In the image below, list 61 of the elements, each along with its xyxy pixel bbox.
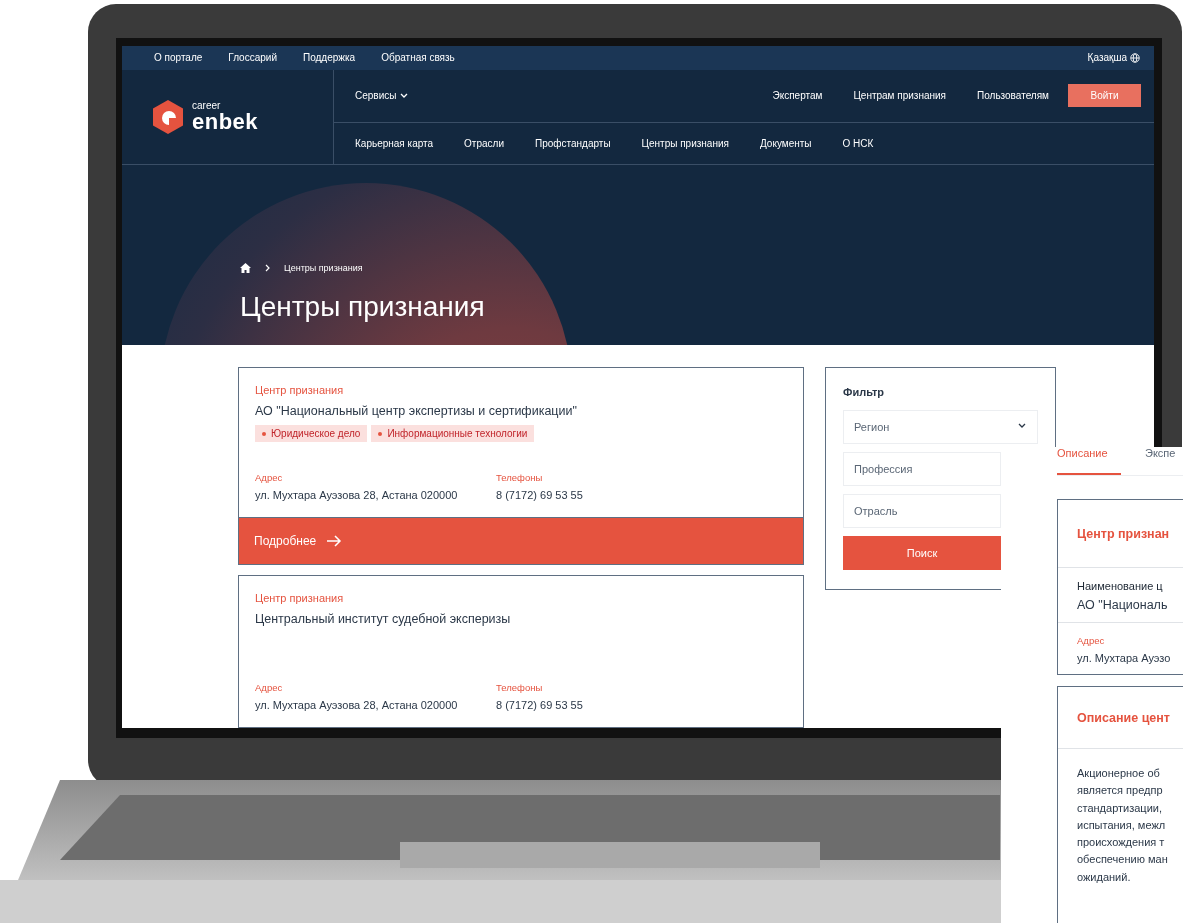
input-field[interactable]: Профессия [843, 452, 1001, 486]
header-link[interactable]: Экспертам [772, 90, 823, 102]
services-menu[interactable]: Сервисы [355, 90, 409, 102]
address-label: Адрес [1077, 635, 1106, 646]
language-link[interactable]: Қазақша [1087, 52, 1140, 64]
description-line: происхождения т [1077, 835, 1166, 851]
nav-link[interactable]: Профстандарты [535, 137, 611, 149]
tab[interactable]: Экспе [1145, 447, 1176, 475]
name-value: АО "Националь [1077, 598, 1169, 612]
phones-label: Телефоны [496, 682, 544, 693]
industry-tag: Юридическое дело [255, 425, 368, 442]
breadcrumb-current: Центры признания [284, 263, 363, 273]
top-link[interactable]: Глоссарий [228, 52, 277, 64]
header-link[interactable]: Пользователям [977, 90, 1049, 102]
nav-link[interactable]: Центры признания [641, 137, 729, 149]
logo-text: enbek [192, 110, 259, 133]
arrow-right-icon [326, 535, 343, 547]
section-title: Центр признан [1077, 526, 1170, 541]
description-line: обеспечению ман [1077, 852, 1169, 868]
filter-title: Фильтр [843, 386, 886, 398]
description-line: испытания, межл [1077, 817, 1167, 833]
top-link[interactable]: Обратная связь [381, 52, 455, 64]
top-link[interactable]: О портале [154, 52, 203, 64]
home-icon[interactable] [240, 263, 251, 273]
address-text: ул. Мухтара Ауэзо [1077, 652, 1172, 664]
name-label: Наименование ц [1077, 580, 1164, 592]
address-text: ул. Мухтара Ауэзова 28, Астана 020000 [255, 699, 459, 711]
tab[interactable]: Описание [1057, 447, 1121, 475]
globe-icon [1130, 52, 1140, 63]
chevron-right-icon [265, 264, 270, 272]
phone-text: 8 (7172) 69 53 55 [496, 699, 584, 711]
logo-caption: career [192, 100, 222, 111]
nav-link[interactable]: Документы [759, 137, 812, 149]
card-category: Центр признания [255, 592, 345, 604]
nav-link[interactable]: Отрасли [464, 137, 504, 149]
description-line: Акционерное об [1077, 766, 1161, 781]
header-link[interactable]: Центрам признания [853, 90, 946, 102]
address-label: Адрес [255, 472, 284, 483]
phones-label: Телефоны [496, 472, 544, 483]
description-line: стандартизации, [1077, 800, 1163, 816]
chevron-down-icon [400, 93, 409, 99]
search-button[interactable]: Поиск [843, 536, 1001, 570]
description-line: является предпр [1077, 783, 1164, 799]
page-title: Центры признания [240, 291, 486, 323]
nav-link[interactable]: Карьерная карта [355, 137, 434, 149]
industry-tag: Информационные технологии [371, 425, 535, 442]
center-name: АО "Национальный центр экспертизы и сертификации" [255, 404, 578, 418]
region-select[interactable]: Регион [843, 410, 1038, 444]
details-button[interactable]: Подробнее [239, 517, 803, 564]
description-line: ожиданий. [1077, 869, 1132, 885]
section-title: Описание цент [1077, 710, 1170, 725]
logo-icon [152, 98, 184, 135]
input-field[interactable]: Отрасль [843, 494, 1001, 528]
address-label: Адрес [255, 682, 284, 693]
nav-link[interactable]: О НСК [842, 137, 874, 149]
top-link[interactable]: Поддержка [303, 52, 356, 64]
phone-text: 8 (7172) 69 53 55 [496, 489, 584, 501]
chevron-down-icon [1018, 423, 1026, 428]
center-name: Центральный институт судебной эксперизы [255, 612, 512, 626]
card-category: Центр признания [255, 384, 345, 396]
address-text: ул. Мухтара Ауэзова 28, Астана 020000 [255, 489, 459, 501]
